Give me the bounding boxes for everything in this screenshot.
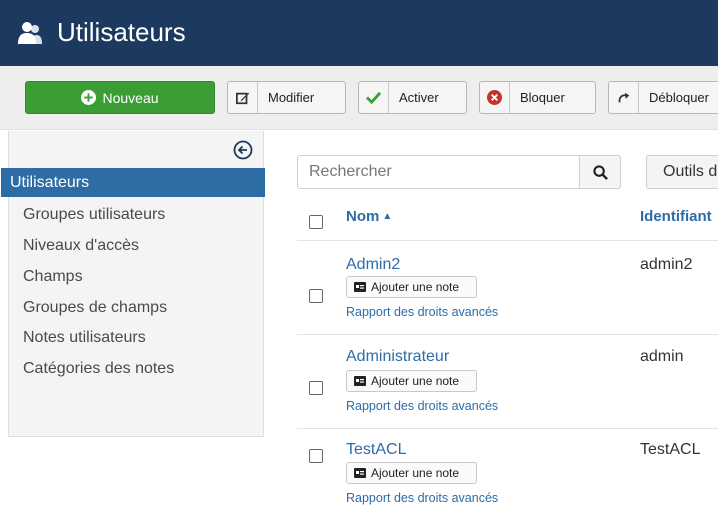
users-icon <box>18 22 42 44</box>
add-note-button[interactable]: Ajouter une note <box>346 276 477 298</box>
sidebar-item-note-categories[interactable]: Catégories des notes <box>9 354 264 383</box>
row-divider <box>297 240 718 241</box>
id-card-icon <box>354 282 366 292</box>
new-button[interactable]: Nouveau <box>25 81 215 114</box>
block-button-label: Bloquer <box>520 90 565 105</box>
page-header: Utilisateurs <box>0 0 718 66</box>
edit-button-label: Modifier <box>268 90 315 105</box>
user-name-link[interactable]: Admin2 <box>346 256 400 274</box>
id-card-icon <box>354 468 366 478</box>
search-button[interactable] <box>580 155 621 189</box>
user-name-link[interactable]: Administrateur <box>346 348 449 366</box>
user-login: TestACL <box>640 441 701 458</box>
sort-ascending-icon: ▲ <box>382 211 393 222</box>
sidebar-item-user-groups[interactable]: Groupes utilisateurs <box>9 200 264 229</box>
permissions-report-link[interactable]: Rapport des droits avancés <box>346 399 498 413</box>
row-checkbox[interactable] <box>309 289 323 303</box>
permissions-report-link[interactable]: Rapport des droits avancés <box>346 491 498 505</box>
check-icon <box>359 82 389 113</box>
id-card-icon <box>354 376 366 386</box>
new-button-label: Nouveau <box>102 89 159 106</box>
block-circle-icon <box>480 82 510 113</box>
unblock-button-label: Débloquer <box>649 90 709 105</box>
redo-icon <box>609 82 639 113</box>
activate-button-label: Activer <box>399 90 439 105</box>
row-checkbox[interactable] <box>309 449 323 463</box>
sidebar-item-users[interactable]: Utilisateurs <box>1 168 265 197</box>
select-all-checkbox[interactable] <box>309 215 323 229</box>
column-header-login[interactable]: Identifiant <box>640 208 712 225</box>
user-login: admin <box>640 348 684 365</box>
edit-button[interactable]: Modifier <box>227 81 346 114</box>
sidebar-item-field-groups[interactable]: Groupes de champs <box>9 293 264 322</box>
sidebar-item-access-levels[interactable]: Niveaux d'accès <box>9 231 264 260</box>
add-note-button[interactable]: Ajouter une note <box>346 462 477 484</box>
activate-button[interactable]: Activer <box>358 81 467 114</box>
search-tools-button[interactable]: Outils de recherche <box>646 155 718 189</box>
toolbar: Nouveau Modifier Activer Bloquer Débloqu… <box>0 66 718 130</box>
permissions-report-link[interactable]: Rapport des droits avancés <box>346 305 498 319</box>
add-note-button[interactable]: Ajouter une note <box>346 370 477 392</box>
page-title: Utilisateurs <box>57 17 186 47</box>
search-icon <box>592 164 608 180</box>
row-checkbox[interactable] <box>309 381 323 395</box>
plus-circle-icon <box>81 82 97 113</box>
user-login: admin2 <box>640 256 693 273</box>
row-divider <box>297 334 718 335</box>
block-button[interactable]: Bloquer <box>479 81 596 114</box>
collapse-sidebar-icon[interactable] <box>233 140 253 160</box>
unblock-button[interactable]: Débloquer <box>608 81 718 114</box>
sidebar: Utilisateurs Groupes utilisateurs Niveau… <box>1 131 265 437</box>
column-header-name[interactable]: Nom ▲ <box>346 208 392 225</box>
user-name-link[interactable]: TestACL <box>346 441 406 459</box>
sidebar-item-user-notes[interactable]: Notes utilisateurs <box>9 323 264 352</box>
sidebar-item-fields[interactable]: Champs <box>9 262 264 291</box>
search-input[interactable]: Rechercher <box>297 155 580 189</box>
row-divider <box>297 428 718 429</box>
edit-icon <box>228 82 258 113</box>
